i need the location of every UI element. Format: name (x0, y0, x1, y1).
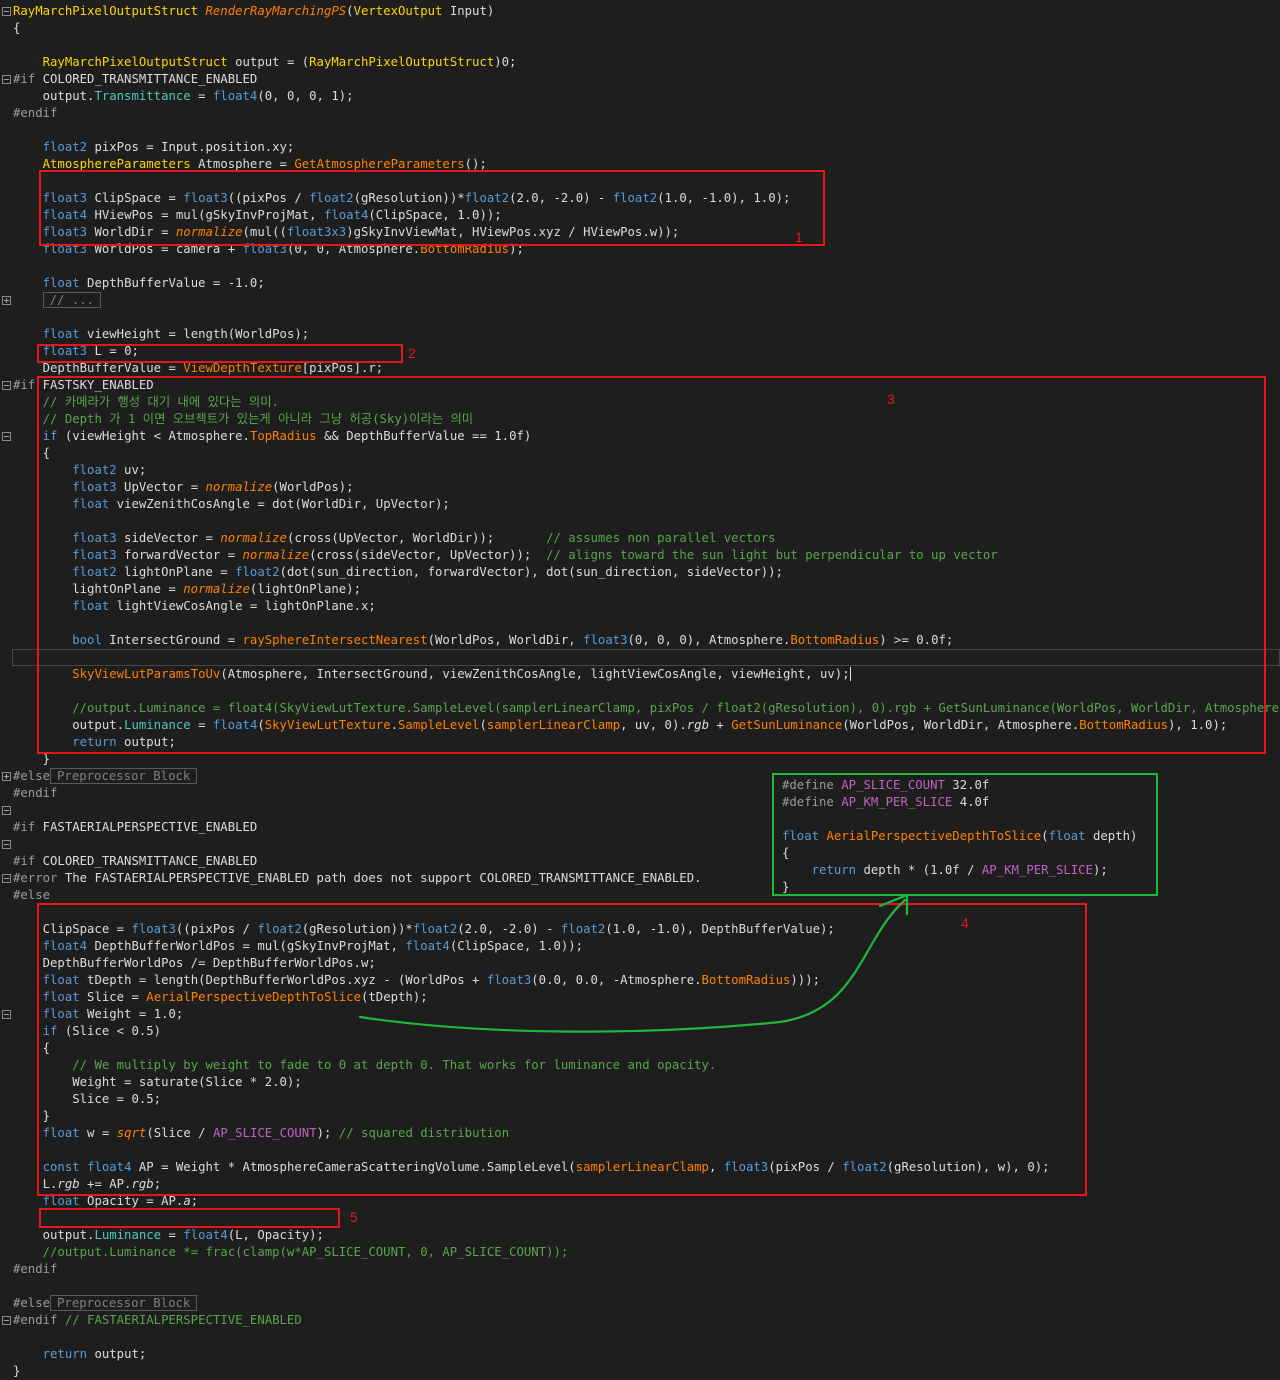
green-arrow-annotation (358, 893, 909, 1033)
arrow-stroke (358, 898, 907, 1033)
